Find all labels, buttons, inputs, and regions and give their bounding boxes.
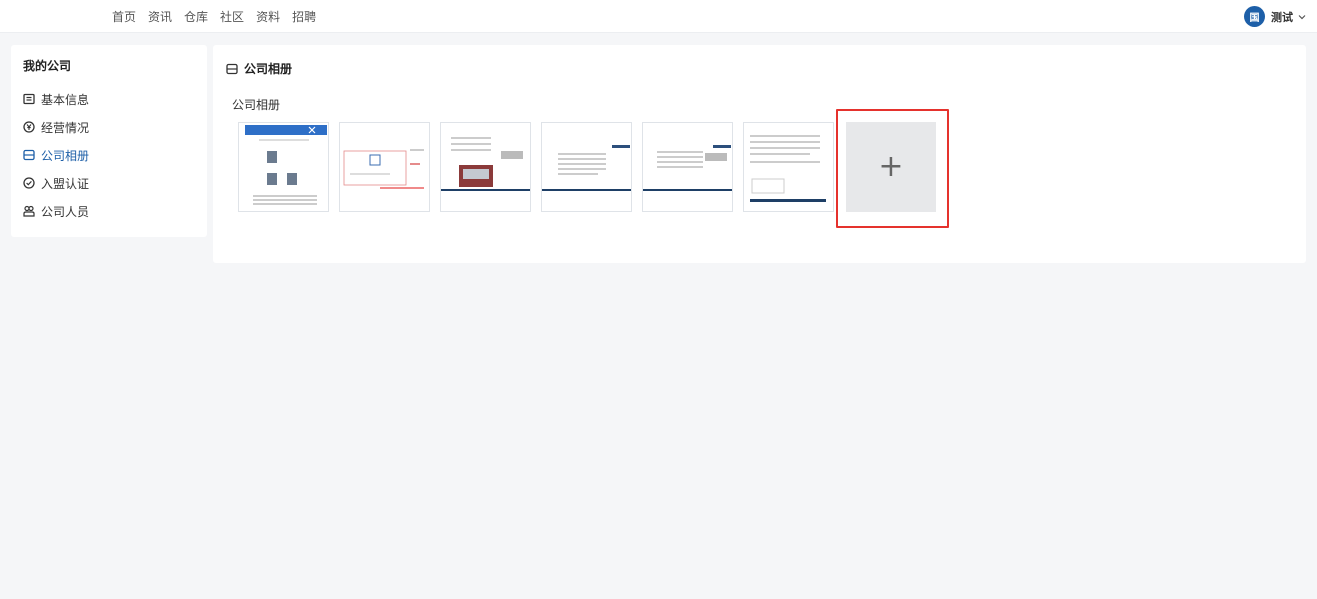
photo-thumbnail[interactable]: [339, 122, 430, 212]
photo-2-image: [343, 149, 424, 189]
sidebar-item-label: 公司相册: [41, 148, 90, 163]
nav-news[interactable]: 资讯: [148, 8, 172, 25]
nav-resources[interactable]: 资料: [256, 8, 280, 25]
yen-circle-icon: [23, 121, 35, 133]
chevron-down-icon[interactable]: [1297, 12, 1307, 22]
users-icon: [23, 205, 35, 217]
photo-1-image: [245, 125, 327, 205]
sidebar-item-label: 经营情况: [41, 120, 90, 135]
sidebar-item-staff[interactable]: 公司人员: [23, 197, 195, 225]
photo-thumbnail[interactable]: [541, 122, 632, 212]
sidebar-item-certification[interactable]: 入盟认证: [23, 169, 195, 197]
page-title-text: 公司相册: [244, 62, 293, 76]
plus-icon: +: [878, 149, 904, 184]
add-photo-button[interactable]: +: [846, 122, 936, 212]
sidebar-item-album[interactable]: 公司相册: [23, 141, 195, 169]
top-bar: 首页 资讯 仓库 社区 资料 招聘 国 测试: [0, 0, 1317, 33]
sidebar-item-label: 公司人员: [41, 204, 90, 219]
nav-community[interactable]: 社区: [220, 8, 244, 25]
sidebar: 我的公司 基本信息 经营情况 公司相册 入盟认证 公司人员: [11, 45, 207, 237]
main-panel: 公司相册 公司相册 +: [213, 45, 1306, 263]
sidebar-item-basic-info[interactable]: 基本信息: [23, 85, 195, 113]
user-name[interactable]: 测试: [1271, 9, 1293, 25]
sidebar-title: 我的公司: [23, 59, 72, 73]
album-icon: [23, 149, 35, 161]
page-title: 公司相册: [226, 60, 292, 77]
avatar[interactable]: 国: [1244, 6, 1265, 27]
photo-thumbnail[interactable]: [743, 122, 834, 212]
photo-6-image: [750, 135, 826, 202]
album-section-label: 公司相册: [232, 98, 281, 112]
album-icon: [226, 63, 238, 74]
sidebar-item-operations[interactable]: 经营情况: [23, 113, 195, 141]
photo-thumbnail[interactable]: [440, 122, 531, 212]
nav-warehouse[interactable]: 仓库: [184, 8, 208, 25]
photo-thumbnail[interactable]: [238, 122, 329, 212]
nav-home[interactable]: 首页: [112, 8, 136, 25]
check-circle-icon: [23, 177, 35, 189]
nav-jobs[interactable]: 招聘: [292, 8, 316, 25]
sidebar-item-label: 基本信息: [41, 92, 90, 107]
sidebar-item-label: 入盟认证: [41, 176, 90, 191]
id-card-icon: [23, 93, 35, 105]
user-menu[interactable]: 国 测试: [1244, 6, 1307, 27]
photo-5-image: [643, 145, 732, 191]
photo-thumbnail[interactable]: [642, 122, 733, 212]
photo-4-image: [542, 145, 631, 191]
photo-3-image: [441, 137, 530, 191]
main-nav: 首页 资讯 仓库 社区 资料 招聘: [112, 0, 328, 33]
